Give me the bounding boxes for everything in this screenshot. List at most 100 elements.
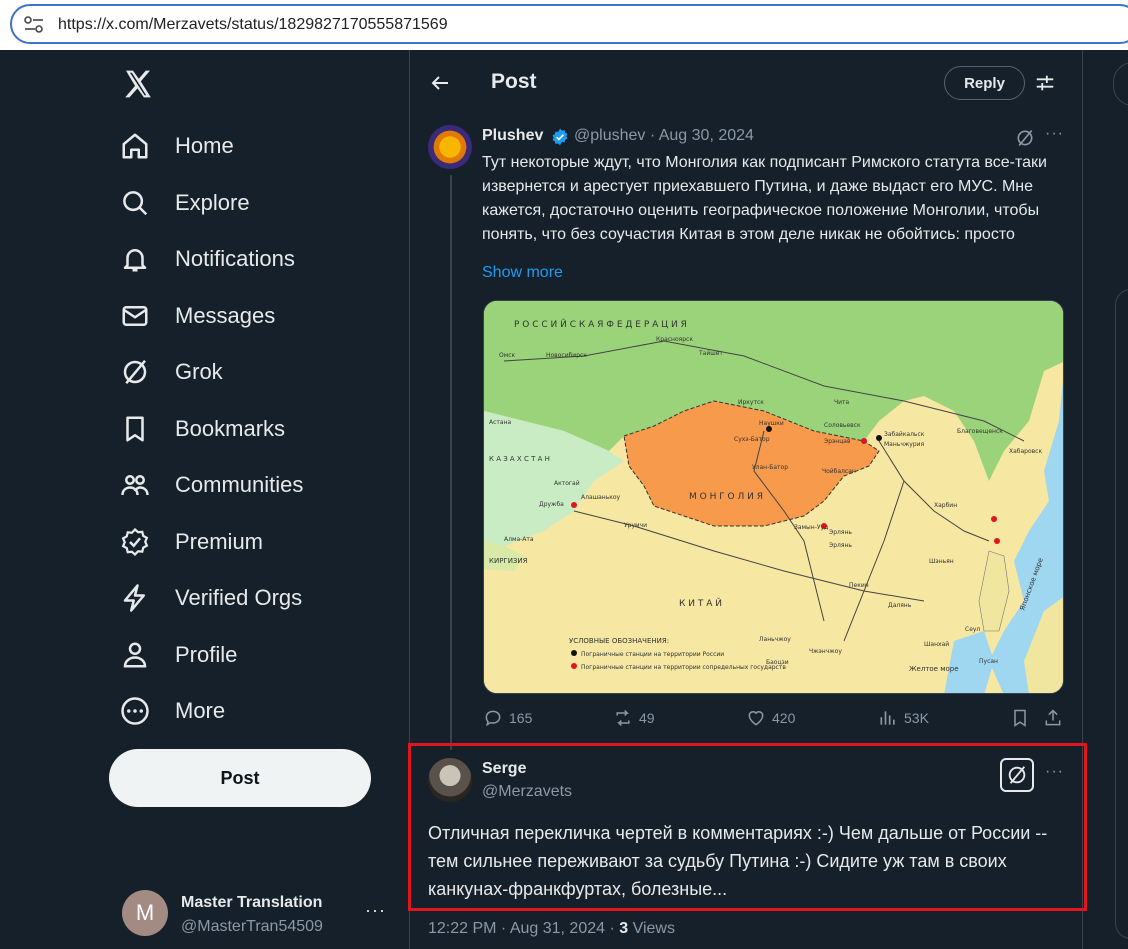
sidebar-item-bookmarks[interactable]: Bookmarks (120, 407, 285, 451)
address-bar[interactable]: https://x.com/Merzavets/status/182982717… (10, 4, 1128, 44)
map-city: Шанхай (924, 641, 949, 648)
sidebar-item-messages[interactable]: Messages (120, 294, 275, 338)
tweet-text: Тут некоторые ждут, что Монголия как под… (482, 154, 1047, 243)
timestamp-text[interactable]: 12:22 PM · Aug 31, 2024 · (428, 920, 619, 937)
bookmark-icon (126, 416, 144, 442)
sidebar-item-label: Notifications (175, 246, 295, 271)
page-title: Post (491, 70, 537, 93)
map-city: Чжэнчжоу (809, 648, 842, 655)
more-circle-icon (121, 697, 149, 725)
sidebar-item-home[interactable]: Home (120, 124, 234, 168)
map-city: Улан-Батор (752, 464, 788, 471)
avatar[interactable] (428, 125, 472, 169)
heart-icon (748, 711, 764, 726)
map-legend-item: Пограничные станции на территории сопред… (581, 664, 786, 671)
more-icon[interactable]: ··· (365, 900, 386, 921)
map-city: Соловьевск (824, 422, 861, 429)
verified-badge-icon (552, 128, 568, 146)
map-city: Омск (499, 352, 516, 359)
views-count: 3 (619, 920, 629, 937)
grok-icon[interactable] (1015, 128, 1035, 148)
sidebar: Home Explore Notifications Messages Grok… (0, 50, 410, 949)
sidebar-item-label: Premium (175, 529, 264, 554)
map-city: Чита (834, 399, 850, 406)
bell-icon (123, 249, 147, 272)
back-arrow-icon[interactable] (428, 71, 452, 95)
map-label-kazakhstan: К А З А Х С Т А Н (489, 455, 550, 463)
x-logo-icon[interactable] (122, 68, 154, 100)
avatar[interactable] (428, 758, 472, 802)
sidebar-item-label: Home (175, 133, 234, 158)
author-name[interactable]: Plushev (482, 127, 543, 145)
like-action[interactable]: 420 (746, 708, 795, 728)
sidebar-item-label: Verified Orgs (175, 585, 303, 610)
post-timestamp: 12:22 PM · Aug 31, 2024 · 3 Views (428, 920, 675, 938)
map-city: Хабаровск (1009, 448, 1042, 455)
map-label-yellow-sea: Желтое море (909, 665, 959, 673)
more-icon[interactable]: ··· (1045, 125, 1064, 143)
map-image[interactable]: Р О С С И Й С К А Я Ф Е Д Е Р А Ц И Я М … (483, 300, 1064, 694)
repost-action[interactable]: 49 (613, 708, 655, 728)
reply-icon (485, 710, 501, 727)
map-city: Ланьчжоу (759, 636, 791, 643)
map-label-russia: Р О С С И Й С К А Я Ф Е Д Е Р А Ц И Я (514, 318, 687, 330)
map-city: Тайшет (698, 350, 723, 357)
map-city: Пусан (979, 658, 998, 665)
map-label-kyrgyzstan: КИРГИЗИЯ (489, 557, 528, 565)
sidebar-item-verified-orgs[interactable]: Verified Orgs (120, 576, 302, 620)
lightning-icon (123, 584, 145, 612)
repost-count: 49 (639, 710, 655, 726)
sidebar-panel (1115, 289, 1128, 939)
grok-button[interactable] (1000, 758, 1034, 792)
reply-action[interactable]: 165 (483, 708, 532, 728)
sidebar-item-grok[interactable]: Grok (120, 350, 223, 394)
sidebar-item-label: Profile (175, 642, 238, 667)
sidebar-item-more[interactable]: More (120, 689, 225, 733)
sidebar-item-explore[interactable]: Explore (120, 181, 250, 225)
share-icon (1045, 709, 1061, 726)
search-icon (123, 191, 148, 216)
tweet-action-bar: 165 49 420 53K (483, 708, 1065, 732)
more-icon[interactable]: ··· (1045, 763, 1064, 781)
author-handle-date[interactable]: @plushev · Aug 30, 2024 (574, 127, 754, 145)
map-city: Алма-Ата (504, 536, 534, 543)
reply-button[interactable]: Reply (944, 66, 1025, 100)
filter-icon[interactable] (1034, 72, 1056, 94)
show-more-link[interactable]: Show more (482, 264, 563, 282)
map-city: Сухэ-Батор (734, 436, 770, 443)
sidebar-item-profile[interactable]: Profile (120, 633, 237, 677)
author-handle[interactable]: @Merzavets (482, 783, 572, 801)
map-city: Новосибирск (546, 352, 587, 359)
map-city: Урумчи (624, 522, 647, 529)
site-settings-icon[interactable] (24, 16, 44, 34)
map-city: Эрлянь (829, 542, 852, 549)
map-city: Далянь (888, 602, 912, 609)
map-label-china: К И Т А Й (679, 597, 722, 609)
map-city: Эрлянь (829, 529, 852, 536)
reply-text: Отличная перекличка чертей в комментария… (428, 823, 1048, 899)
post-button[interactable]: Post (109, 749, 371, 807)
map-city: Иркутск (738, 399, 764, 406)
views-count: 53K (904, 710, 929, 726)
sidebar-item-communities[interactable]: Communities (120, 463, 303, 507)
map-city: Эрэнцав (824, 438, 851, 445)
share-action[interactable] (1043, 708, 1069, 728)
map-city: Актогай (554, 480, 580, 487)
map-city: Харбин (934, 502, 957, 509)
sidebar-item-label: Grok (175, 359, 223, 384)
views-action[interactable]: 53K (878, 708, 929, 728)
reply-count: 165 (509, 710, 533, 726)
sidebar-item-label: Explore (175, 190, 250, 215)
bookmark-action[interactable] (1010, 708, 1036, 728)
map-city: Красноярск (656, 336, 693, 343)
author-name[interactable]: Serge (482, 760, 526, 778)
account-switcher[interactable]: M Master Translation @MasterTran54509 ··… (120, 888, 400, 944)
sidebar-item-premium[interactable]: Premium (120, 520, 263, 564)
sidebar-item-label: Communities (175, 472, 304, 497)
mail-icon (122, 306, 148, 326)
search-box[interactable] (1113, 62, 1128, 106)
bookmark-icon (1014, 709, 1026, 727)
url-text: https://x.com/Merzavets/status/182982717… (58, 16, 448, 33)
sidebar-item-notifications[interactable]: Notifications (120, 237, 295, 281)
views-label: Views (628, 920, 675, 937)
